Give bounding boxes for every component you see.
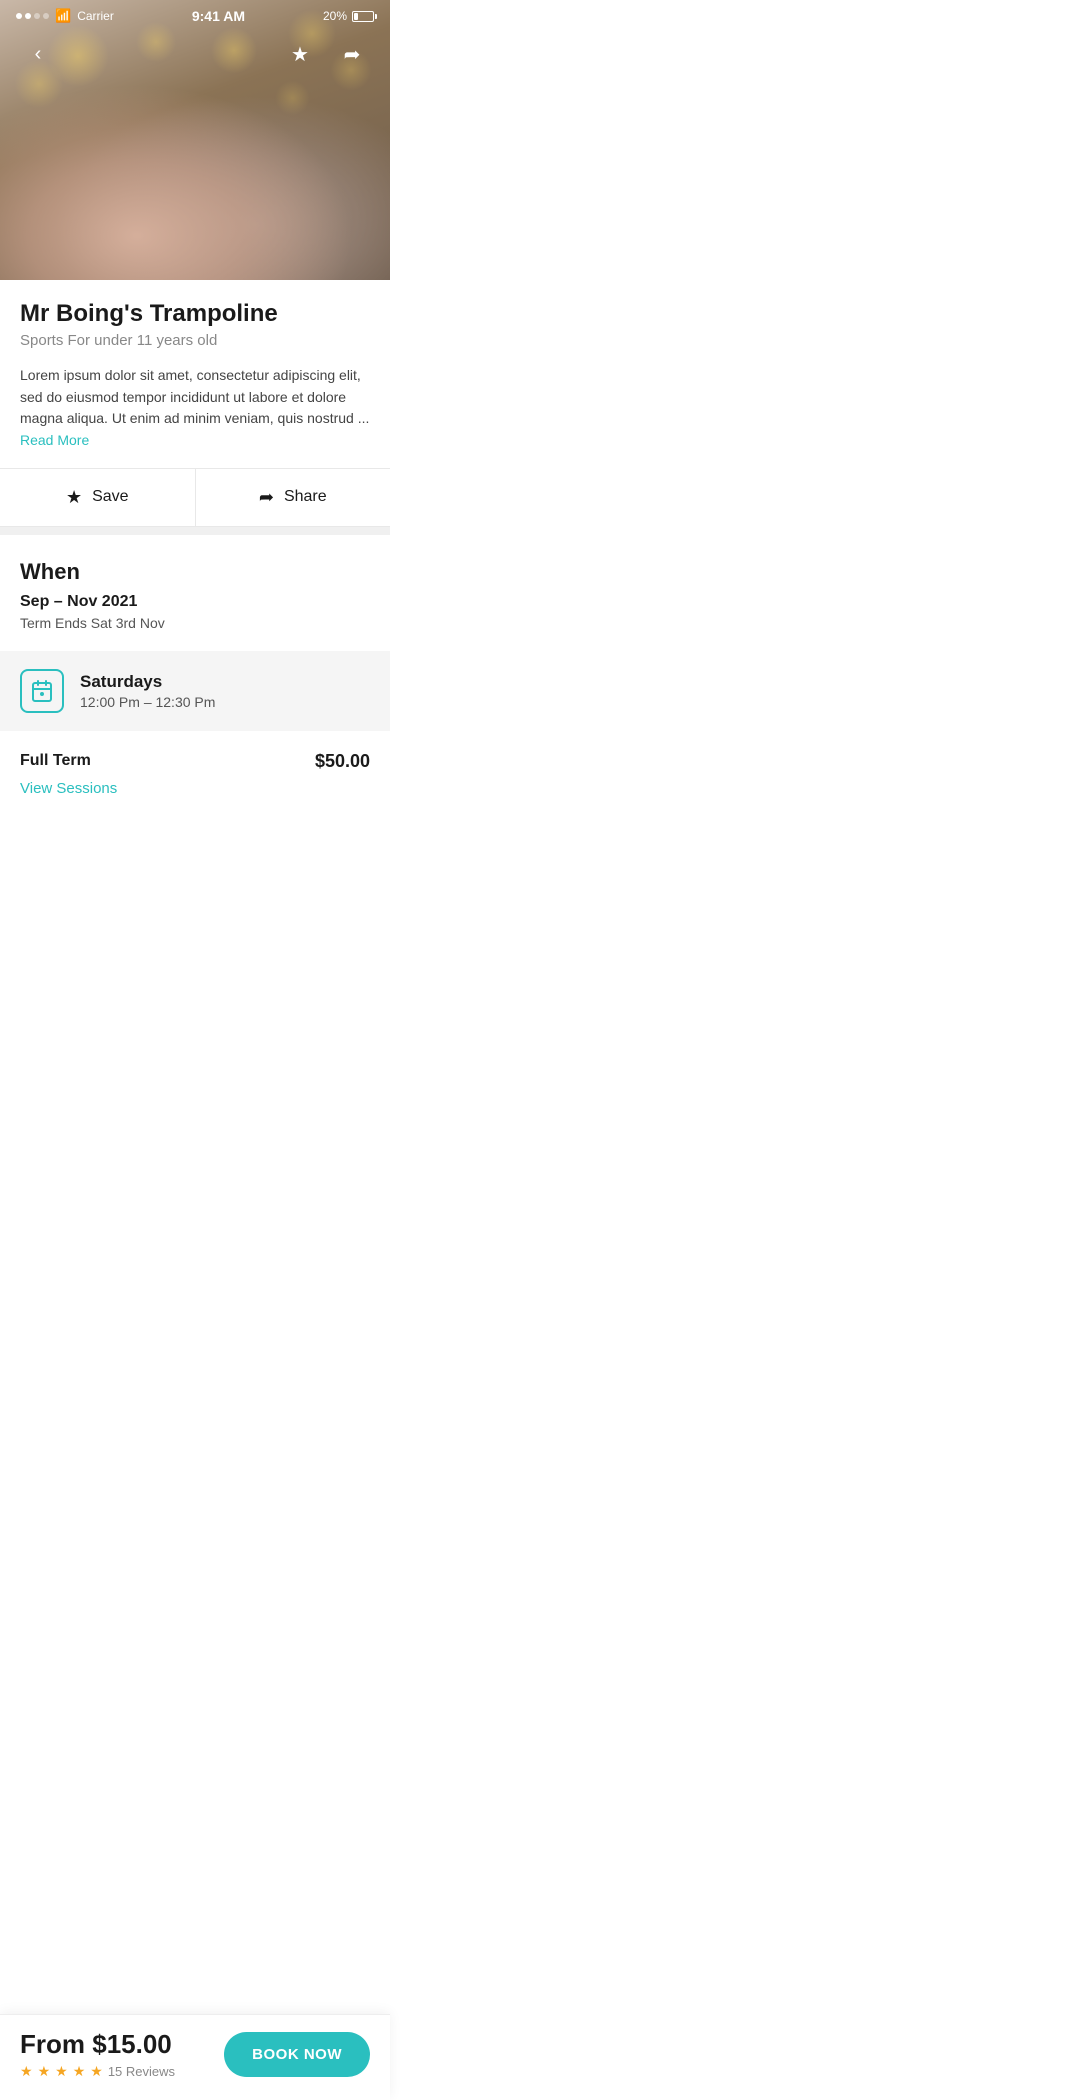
pricing-label: Full Term: [20, 752, 91, 770]
status-bar: 📶 Carrier 9:41 AM 20%: [0, 0, 390, 28]
activity-title: Mr Boing's Trampoline: [20, 300, 370, 328]
star-1: ★: [20, 2063, 33, 2080]
status-left: 📶 Carrier: [16, 8, 114, 24]
nav-back-area: ‹: [20, 36, 56, 72]
section-divider-1: [0, 527, 390, 535]
calendar-icon: [20, 669, 64, 713]
session-day: Saturdays: [80, 672, 215, 692]
save-label: Save: [92, 488, 128, 506]
bottom-bar: From $15.00 ★ ★ ★ ★ ★ 15 Reviews BOOK NO…: [0, 2014, 390, 2100]
main-content: Mr Boing's Trampoline Sports For under 1…: [0, 280, 390, 452]
description-text: Lorem ipsum dolor sit amet, consectetur …: [20, 367, 369, 426]
star-5: ★: [90, 2063, 103, 2080]
back-button[interactable]: ‹: [20, 36, 56, 72]
session-card: Saturdays 12:00 Pm – 12:30 Pm: [0, 651, 390, 731]
star-2: ★: [38, 2063, 51, 2080]
session-time: 12:00 Pm – 12:30 Pm: [80, 694, 215, 710]
star-3: ★: [55, 2063, 68, 2080]
actions-row: ★ Save ➦ Share: [0, 468, 390, 527]
read-more-button[interactable]: Read More: [20, 432, 89, 448]
book-now-button[interactable]: BOOK NOW: [224, 2032, 370, 2077]
session-info: Saturdays 12:00 Pm – 12:30 Pm: [80, 672, 215, 710]
hero-children: [0, 60, 390, 280]
signal-dot-2: [25, 13, 31, 19]
when-section: When Sep – Nov 2021 Term Ends Sat 3rd No…: [0, 535, 390, 651]
term-ends: Term Ends Sat 3rd Nov: [20, 615, 370, 631]
save-icon: ★: [66, 487, 82, 508]
date-range: Sep – Nov 2021: [20, 593, 370, 611]
pricing-row: Full Term $50.00: [20, 751, 370, 772]
share-icon: ➦: [259, 487, 274, 508]
battery-fill: [354, 13, 358, 20]
wifi-icon: 📶: [55, 8, 71, 24]
share-label: Share: [284, 488, 327, 506]
when-heading: When: [20, 559, 370, 585]
price-amount: 15.00: [107, 2029, 172, 2059]
signal-dots: [16, 13, 49, 19]
carrier-label: Carrier: [77, 9, 114, 23]
status-right: 20%: [323, 9, 374, 23]
battery-percent: 20%: [323, 9, 347, 23]
calendar-svg: [30, 679, 54, 703]
pricing-section: Full Term $50.00 View Sessions: [0, 731, 390, 898]
share-button[interactable]: ➦ Share: [196, 469, 391, 526]
nav-actions-area: ★ ➦: [282, 36, 370, 72]
view-sessions-button[interactable]: View Sessions: [20, 780, 117, 797]
signal-dot-1: [16, 13, 22, 19]
activity-subtitle: Sports For under 11 years old: [20, 332, 370, 349]
battery-icon: [352, 11, 374, 22]
share-nav-button[interactable]: ➦: [334, 36, 370, 72]
star-4: ★: [73, 2063, 86, 2080]
activity-description: Lorem ipsum dolor sit amet, consectetur …: [20, 365, 370, 452]
hero-image: ‹ ★ ➦: [0, 0, 390, 280]
back-icon: ‹: [35, 43, 42, 66]
save-button[interactable]: ★ Save: [0, 469, 196, 526]
save-nav-button[interactable]: ★: [282, 36, 318, 72]
star-icon: ★: [291, 42, 309, 67]
signal-dot-3: [34, 13, 40, 19]
stars-row: ★ ★ ★ ★ ★ 15 Reviews: [20, 2063, 175, 2080]
from-text: From $: [20, 2029, 107, 2059]
pricing-amount: $50.00: [315, 751, 370, 772]
signal-dot-4: [43, 13, 49, 19]
reviews-count: 15 Reviews: [108, 2064, 175, 2079]
from-price: From $15.00 ★ ★ ★ ★ ★ 15 Reviews: [20, 2029, 175, 2080]
time-display: 9:41 AM: [192, 8, 245, 24]
share-icon: ➦: [344, 42, 361, 67]
from-label: From $15.00: [20, 2029, 175, 2060]
